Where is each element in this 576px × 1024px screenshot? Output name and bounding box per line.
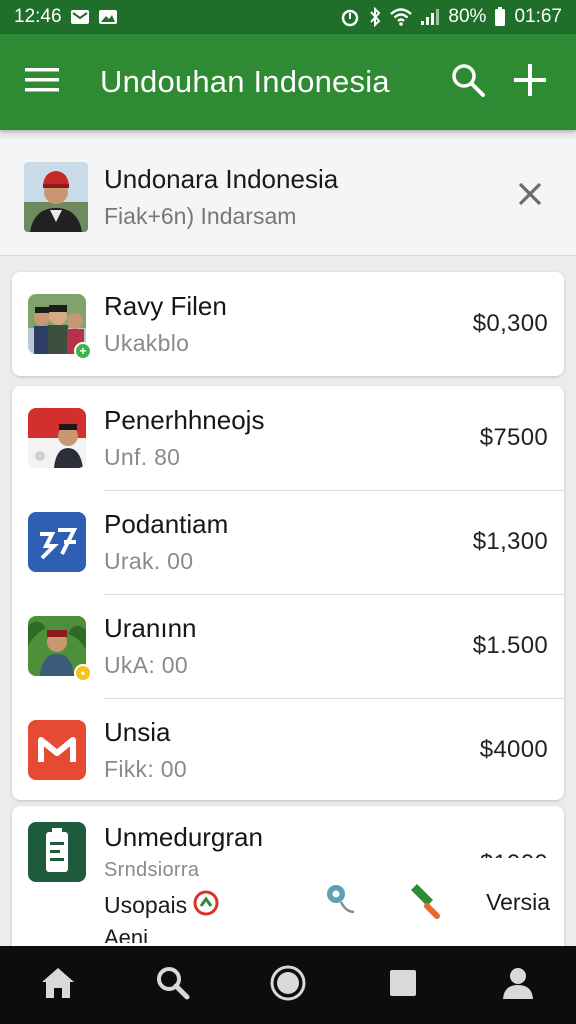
location-button[interactable] [320,880,364,924]
mail-icon [70,9,90,25]
close-icon [517,181,543,212]
list-item[interactable]: • Uranınn UkA: 00 $1.500 [12,594,564,698]
item-subtitle: Urak. 00 [104,548,194,574]
star-badge-icon: • [74,664,92,682]
bluetooth-icon [368,7,382,27]
wifi-icon [390,8,413,26]
profile-name: Undonara Indonesia [104,163,339,194]
item-subtitle: Ukakblo [104,330,190,356]
add-badge-icon: + [74,342,92,360]
list-item[interactable]: Penerhhneojs Unf. 80 $7500 [12,386,564,490]
no-entry-icon [193,890,219,921]
item-price: $0,300 [472,310,548,337]
status-bar: 12:46 80% 01:67 [0,0,576,34]
item-thumbnail: • [28,616,92,682]
item-title: Unmedurgran [104,822,263,852]
location-pin-icon [322,880,362,925]
add-button[interactable] [502,54,558,110]
profile-banner: Undonara Indonesia Fiak+6n) Indarsam [0,138,576,256]
item-thumbnail [28,512,86,572]
battery-percent: 80% [448,6,487,27]
nav-search-button[interactable] [143,955,203,1015]
item-thumbnail [28,408,86,468]
items-card: Penerhhneojs Unf. 80 $7500 Podantiam Ura… [12,386,564,800]
profile-icon [500,965,536,1006]
version-button[interactable]: Versia [486,889,550,916]
search-button[interactable] [440,54,496,110]
profile-text: Undonara Indonesia Fiak+6n) Indarsam [104,164,508,230]
item-price: $4000 [479,736,548,763]
status-clock: 01:67 [514,6,562,27]
item-title: Ravy Filen [104,291,227,321]
battery-icon [494,7,506,27]
app-bar: Undouhan Indonesia [0,34,576,130]
bottom-nav [0,946,576,1024]
item-subtitle: UkA: 00 [104,652,188,678]
close-button[interactable] [508,175,552,219]
square-icon [388,968,418,1003]
nav-home-button[interactable] [28,955,88,1015]
item-price: $7500 [479,424,548,451]
item-title: Uranınn [104,613,197,643]
status-time: 12:46 [14,6,62,27]
item-subtitle: Fikk: 00 [104,756,187,782]
search-icon [155,965,191,1006]
alarm-icon [340,7,360,27]
menu-button[interactable] [18,58,66,106]
add-icon [513,63,547,102]
tools-icon [405,880,445,925]
app-title: Undouhan Indonesia [100,64,390,99]
search-icon [450,62,486,103]
item-subtitle: Unf. 80 [104,444,181,470]
nav-profile-button[interactable] [488,955,548,1015]
item-title: Penerhhneojs [104,405,265,435]
list-item[interactable]: Unsia Fikk: 00 $4000 [12,698,564,800]
avatar [24,161,88,232]
item-title: Unsia [104,717,171,747]
nav-recents-button[interactable] [373,955,433,1015]
secondary-label: Usopais [104,892,188,918]
list-item[interactable]: Podantiam Urak. 00 $1,300 [12,490,564,594]
item-card: + Ravy Filen Ukakblo $0,300 [12,272,564,376]
home-icon [40,966,76,1005]
item-thumbnail [28,720,86,780]
profile-subtitle: Fiak+6n) Indarsam [104,202,297,229]
item-thumbnail: + [28,294,92,360]
item-price: $1,300 [472,528,548,555]
item-title: Podantiam [104,509,229,539]
action-strip: Versia [290,858,562,946]
nav-home-circle-button[interactable] [258,955,318,1015]
menu-icon [25,67,59,98]
item-price: $1.500 [472,632,548,659]
list-item[interactable]: + Ravy Filen Ukakblo $0,300 [12,272,564,376]
item-thumbnail [28,822,86,882]
photo-icon [98,9,118,25]
signal-icon [420,8,440,26]
circle-icon [269,964,307,1007]
tools-button[interactable] [403,880,447,924]
